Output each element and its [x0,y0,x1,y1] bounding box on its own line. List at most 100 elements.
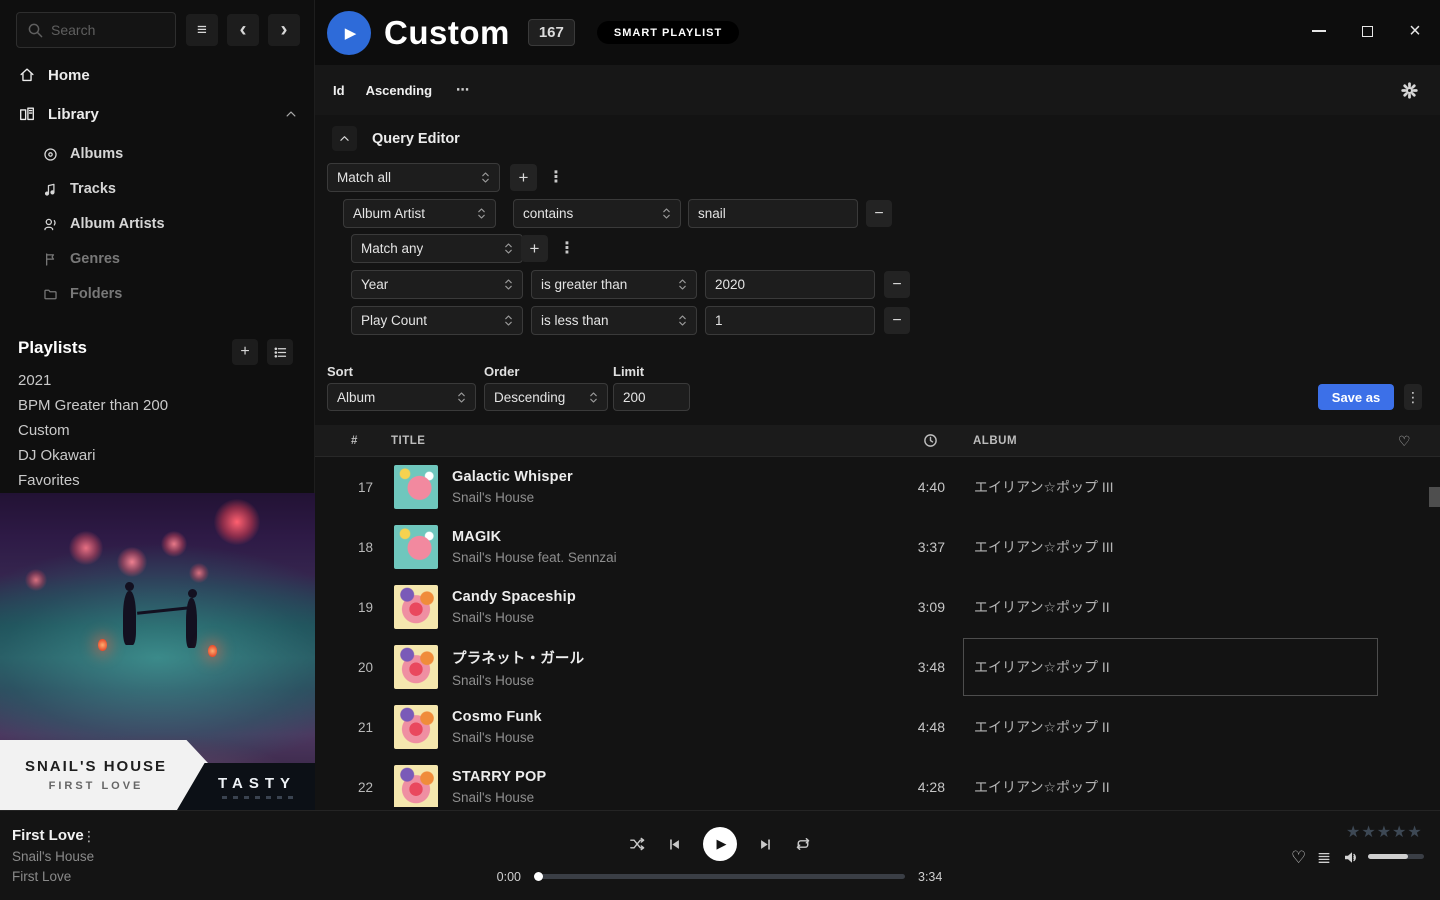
playlist-item-2021[interactable]: 2021 [18,372,51,389]
subgroup-menu-button[interactable]: ⋮ [559,241,575,257]
star-icon[interactable]: ★ [1392,822,1406,842]
track-album-cell[interactable]: エイリアン☆ポップ II [963,698,1378,756]
seek-slider[interactable] [535,874,905,879]
sidebar-item-home[interactable]: Home [18,61,90,89]
query-editor-collapse-button[interactable] [332,126,357,151]
subrule1-value-input[interactable] [705,270,875,299]
sort-select[interactable]: Album [327,383,476,411]
favorite-heart-icon[interactable]: ♡ [1398,425,1411,457]
track-title[interactable]: Cosmo Funk [452,709,542,725]
add-rule-button[interactable]: + [510,164,537,191]
star-icon[interactable]: ★ [1361,822,1375,842]
next-button[interactable] [758,837,773,852]
playlist-item-custom[interactable]: Custom [18,422,70,439]
star-icon[interactable]: ★ [1407,822,1421,842]
rule-value-input[interactable] [688,199,858,228]
seek-handle[interactable] [534,872,543,881]
sidebar-item-library[interactable]: Library [18,100,99,128]
library-collapse-chevron-icon[interactable] [284,107,298,121]
search-input[interactable] [51,22,165,38]
star-icon[interactable]: ★ [1346,822,1360,842]
rule-group-menu-button[interactable]: ⋮ [548,170,564,186]
track-album-cell[interactable]: エイリアン☆ポップ III [963,518,1378,576]
track-title[interactable]: STARRY POP [452,769,546,785]
more-options-button[interactable]: ⋯ [456,82,469,98]
track-title[interactable]: プラネット・ガール [452,647,584,668]
column-index[interactable]: # [351,425,358,457]
volume-slider[interactable] [1368,854,1424,859]
favorite-button[interactable]: ♡ [1291,848,1306,868]
track-title[interactable]: MAGIK [452,529,617,545]
match-all-select[interactable]: Match all [327,163,500,192]
volume-button[interactable] [1342,849,1359,871]
add-playlist-button[interactable]: + [232,339,258,365]
match-any-select[interactable]: Match any [351,234,523,263]
now-playing-artist[interactable]: Snail's House [12,849,94,864]
settings-gear-icon[interactable] [1401,82,1418,99]
window-close-button[interactable]: × [1406,22,1424,40]
now-playing-artwork[interactable]: SNAIL'S HOUSE FIRST LOVE TASTY [0,493,315,810]
window-maximize-button[interactable] [1358,22,1376,40]
limit-input[interactable] [613,383,690,411]
remove-rule-button[interactable]: − [866,200,892,227]
track-album-cell[interactable]: エイリアン☆ポップ II [963,578,1378,636]
track-album-cell[interactable]: エイリアン☆ポップ II [963,758,1378,807]
back-button[interactable]: ‹ [227,14,259,46]
track-artist[interactable]: Snail's House [452,730,542,745]
previous-button[interactable] [667,837,682,852]
forward-button[interactable]: › [268,14,300,46]
sidebar-item-genres[interactable]: Genres [42,246,120,272]
album-art-thumbnail[interactable] [394,525,438,569]
rule-field-select[interactable]: Album Artist [343,199,496,228]
subrule1-field-select[interactable]: Year [351,270,523,299]
shuffle-button[interactable] [628,835,646,853]
column-title[interactable]: TITLE [391,425,425,457]
sidebar-item-albums[interactable]: Albums [42,141,123,167]
album-art-thumbnail[interactable] [394,705,438,749]
subrule2-value-input[interactable] [705,306,875,335]
playlist-view-button[interactable] [267,339,293,365]
album-art-thumbnail[interactable] [394,465,438,509]
repeat-button[interactable] [794,835,812,853]
table-row[interactable]: 19 Candy Spaceship Snail's House 3:09 エイ… [315,577,1440,637]
add-subrule-button[interactable]: + [521,235,548,262]
track-artist[interactable]: Snail's House [452,610,576,625]
track-artist[interactable]: Snail's House [452,790,546,805]
track-artist[interactable]: Snail's House [452,673,584,688]
track-title[interactable]: Galactic Whisper [452,469,573,485]
album-art-thumbnail[interactable] [394,585,438,629]
play-playlist-button[interactable]: ▶ [327,11,371,55]
subrule2-field-select[interactable]: Play Count [351,306,523,335]
playlist-item-favorites[interactable]: Favorites [18,472,80,489]
order-select[interactable]: Descending [484,383,608,411]
now-playing-menu-button[interactable]: ⋮ [82,828,96,845]
sidebar-item-album-artists[interactable]: Album Artists [42,211,165,237]
now-playing-title[interactable]: First Love [12,827,84,844]
sidebar-item-folders[interactable]: Folders [42,281,122,307]
duration-clock-icon[interactable] [923,433,938,448]
play-pause-button[interactable]: ▶ [703,827,737,861]
remove-subrule1-button[interactable]: − [884,271,910,298]
menu-button[interactable]: ≡ [186,14,218,46]
search-input-container[interactable] [16,12,176,48]
track-title[interactable]: Candy Spaceship [452,589,576,605]
table-row[interactable]: 22 STARRY POP Snail's House 4:28 エイリアン☆ポ… [315,757,1440,807]
playlist-item-dj-okawari[interactable]: DJ Okawari [18,447,96,464]
album-art-thumbnail[interactable] [394,765,438,807]
track-artist[interactable]: Snail's House feat. Sennzai [452,550,617,565]
column-album[interactable]: ALBUM [973,425,1017,457]
scrollbar-thumb[interactable] [1429,487,1440,507]
subrule2-operator-select[interactable]: is less than [531,306,697,335]
now-playing-album[interactable]: First Love [12,869,71,884]
sort-field-button[interactable]: Id [333,83,345,98]
track-album-cell[interactable]: エイリアン☆ポップ III [963,458,1378,516]
track-artist[interactable]: Snail's House [452,490,573,505]
sidebar-item-tracks[interactable]: Tracks [42,176,116,202]
album-art-thumbnail[interactable] [394,645,438,689]
queue-button[interactable] [1317,851,1331,870]
remove-subrule2-button[interactable]: − [884,307,910,334]
table-row[interactable]: 20 プラネット・ガール Snail's House 3:48 エイリアン☆ポッ… [315,637,1440,697]
subrule1-operator-select[interactable]: is greater than [531,270,697,299]
save-as-button[interactable]: Save as [1318,384,1394,410]
save-menu-button[interactable]: ⋮ [1404,384,1422,410]
